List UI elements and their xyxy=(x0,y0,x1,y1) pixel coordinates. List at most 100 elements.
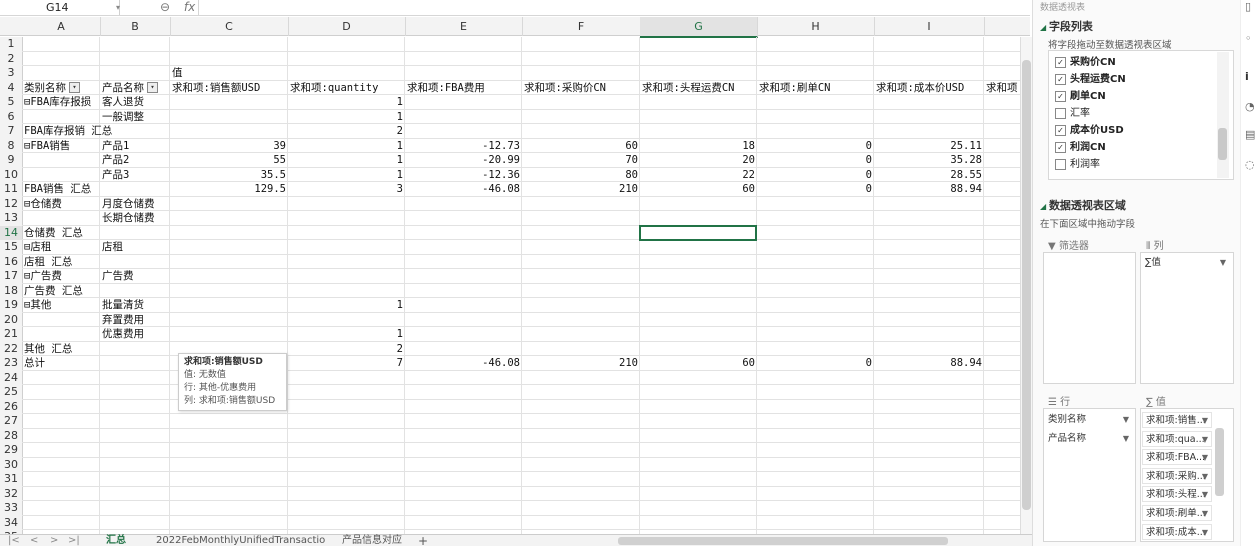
row-header-25[interactable]: 25 xyxy=(0,385,23,400)
cell-c9[interactable]: 55 xyxy=(170,153,288,168)
checkbox-checked-icon[interactable]: ✓ xyxy=(1055,73,1066,85)
cell-d8[interactable]: 1 xyxy=(288,139,405,154)
row-header-8[interactable]: 8 xyxy=(0,138,23,153)
row-header-27[interactable]: 27 xyxy=(0,414,23,429)
row-header-11[interactable]: 11 xyxy=(0,182,23,197)
cell-b5[interactable]: 客人退货 xyxy=(100,95,170,110)
cell-h8[interactable]: 0 xyxy=(757,139,874,154)
cell-i11[interactable]: 88.94 xyxy=(874,182,984,197)
cell-h4[interactable]: 求和项:刷单CN xyxy=(757,81,874,96)
column-header-c[interactable]: C xyxy=(170,17,289,36)
cell-i4[interactable]: 求和项:成本价USD xyxy=(874,81,984,96)
cell-a19[interactable]: ⊟其他 xyxy=(22,298,100,313)
sheet-tab-transactions[interactable]: 2022FebMonthlyUnifiedTransactio xyxy=(156,535,325,547)
collapse-triangle-icon[interactable]: ◢ xyxy=(1040,23,1049,32)
column-header-i[interactable]: I xyxy=(874,17,985,36)
cell-e10[interactable]: -12.36 xyxy=(405,168,522,183)
field-item[interactable]: 利润率 xyxy=(1055,157,1100,172)
cell-j4[interactable]: 求和项 xyxy=(984,81,1020,96)
cell-i9[interactable]: 35.28 xyxy=(874,153,984,168)
sheet-tab-summary[interactable]: 汇总 xyxy=(106,535,126,547)
sheet-tab-product-info[interactable]: 产品信息对应 xyxy=(342,535,402,547)
cell-b8[interactable]: 产品1 xyxy=(100,139,170,154)
row-header-17[interactable]: 17 xyxy=(0,269,23,284)
row-header-16[interactable]: 16 xyxy=(0,254,23,269)
checkbox-checked-icon[interactable]: ✓ xyxy=(1055,90,1066,102)
cell-g10[interactable]: 22 xyxy=(640,168,757,183)
cell-e8[interactable]: -12.73 xyxy=(405,139,522,154)
cell-d22[interactable]: 2 xyxy=(288,342,405,357)
cell-f10[interactable]: 80 xyxy=(522,168,640,183)
cell-h11[interactable]: 0 xyxy=(757,182,874,197)
row-header-4[interactable]: 4 xyxy=(0,80,23,95)
spreadsheet-grid[interactable]: 1 2 3 值 4 类别名称 ▾ 产品名称 ▾ 求和项:销售额USD 求和项:quantity 求和项… xyxy=(0,37,1020,534)
row-header-13[interactable]: 13 xyxy=(0,211,23,226)
row-header-19[interactable]: 19 xyxy=(0,298,23,313)
cell-a15[interactable]: ⊟店租 xyxy=(22,240,100,255)
column-header-f[interactable]: F xyxy=(522,17,641,36)
chevron-down-icon[interactable]: ▼ xyxy=(1202,469,1208,483)
row-header-31[interactable]: 31 xyxy=(0,472,23,487)
cell-d10[interactable]: 1 xyxy=(288,168,405,183)
row-header-2[interactable]: 2 xyxy=(0,51,23,66)
cell-a11[interactable]: FBA销售 汇总 xyxy=(22,182,170,197)
cell-a17[interactable]: ⊟广告费 xyxy=(22,269,100,284)
row-header-30[interactable]: 30 xyxy=(0,457,23,472)
column-header-d[interactable]: D xyxy=(288,17,406,36)
cell-f9[interactable]: 70 xyxy=(522,153,640,168)
cell-g4[interactable]: 求和项:头程运费CN xyxy=(640,81,757,96)
row-header-29[interactable]: 29 xyxy=(0,443,23,458)
cell-a14[interactable]: 仓储费 汇总 xyxy=(22,226,170,241)
cell-h10[interactable]: 0 xyxy=(757,168,874,183)
cell-g9[interactable]: 20 xyxy=(640,153,757,168)
cell-a22[interactable]: 其他 汇总 xyxy=(22,342,170,357)
cell-h23[interactable]: 0 xyxy=(757,356,874,371)
cell-d23[interactable]: 7 xyxy=(288,356,405,371)
values-item[interactable]: 求和项:销售... ▼ xyxy=(1142,412,1212,428)
chevron-down-icon[interactable]: ▼ xyxy=(1202,525,1208,539)
chevron-down-icon[interactable]: ▼ xyxy=(1202,450,1208,464)
row-header-26[interactable]: 26 xyxy=(0,399,23,414)
row-header-32[interactable]: 32 xyxy=(0,486,23,501)
cell-c8[interactable]: 39 xyxy=(170,139,288,154)
values-item[interactable]: 求和项:FBA... ▼ xyxy=(1142,449,1212,466)
column-header-h[interactable]: H xyxy=(757,17,875,36)
field-item[interactable]: ✓ 头程运费CN xyxy=(1055,72,1126,87)
prev-sheet-icon[interactable]: < xyxy=(30,535,38,547)
zoom-icon[interactable]: ⊖ xyxy=(160,0,170,14)
cell-g11[interactable]: 60 xyxy=(640,182,757,197)
cell-b13[interactable]: 长期仓储费 xyxy=(100,211,170,226)
chevron-down-icon[interactable]: ▼ xyxy=(1202,432,1208,446)
row-header-21[interactable]: 21 xyxy=(0,327,23,342)
cell-b6[interactable]: 一般调整 xyxy=(100,110,170,125)
row-header-6[interactable]: 6 xyxy=(0,109,23,124)
checkbox-icon[interactable] xyxy=(1055,107,1066,119)
fx-icon[interactable]: fx xyxy=(184,0,195,14)
filter-dropdown-icon[interactable]: ▾ xyxy=(147,82,158,93)
row-header-1[interactable]: 1 xyxy=(0,37,23,52)
cell-a16[interactable]: 店租 汇总 xyxy=(22,255,170,270)
cell-a12[interactable]: ⊟仓储费 xyxy=(22,197,100,212)
column-header-g[interactable]: G xyxy=(640,17,758,38)
cell-a5[interactable]: ⊟FBA库存报损 xyxy=(22,95,100,110)
column-header-b[interactable]: B xyxy=(100,17,171,36)
field-item[interactable]: ✓ 刷单CN xyxy=(1055,89,1106,104)
vertical-scroll-thumb[interactable] xyxy=(1022,60,1031,510)
row-header-18[interactable]: 18 xyxy=(0,283,23,298)
horizontal-scroll-thumb[interactable] xyxy=(618,537,948,545)
checkbox-icon[interactable] xyxy=(1055,158,1066,170)
cell-d4[interactable]: 求和项:quantity xyxy=(288,81,405,96)
first-sheet-icon[interactable]: |< xyxy=(8,535,20,547)
cell-c11[interactable]: 129.5 xyxy=(170,182,288,197)
next-sheet-icon[interactable]: > xyxy=(50,535,58,547)
cell-a8[interactable]: ⊟FBA销售 xyxy=(22,139,100,154)
cell-g23[interactable]: 60 xyxy=(640,356,757,371)
row-header-34[interactable]: 34 xyxy=(0,515,23,530)
columns-item[interactable]: ∑值 ▼ xyxy=(1142,255,1229,271)
row-header-20[interactable]: 20 xyxy=(0,312,23,327)
cell-f23[interactable]: 210 xyxy=(522,356,640,371)
cell-e11[interactable]: -46.08 xyxy=(405,182,522,197)
cell-c3[interactable]: 值 xyxy=(170,66,288,81)
dot-icon[interactable]: ◦ xyxy=(1245,32,1252,45)
pane-toggle-icon[interactable]: ▯ xyxy=(1245,0,1251,13)
